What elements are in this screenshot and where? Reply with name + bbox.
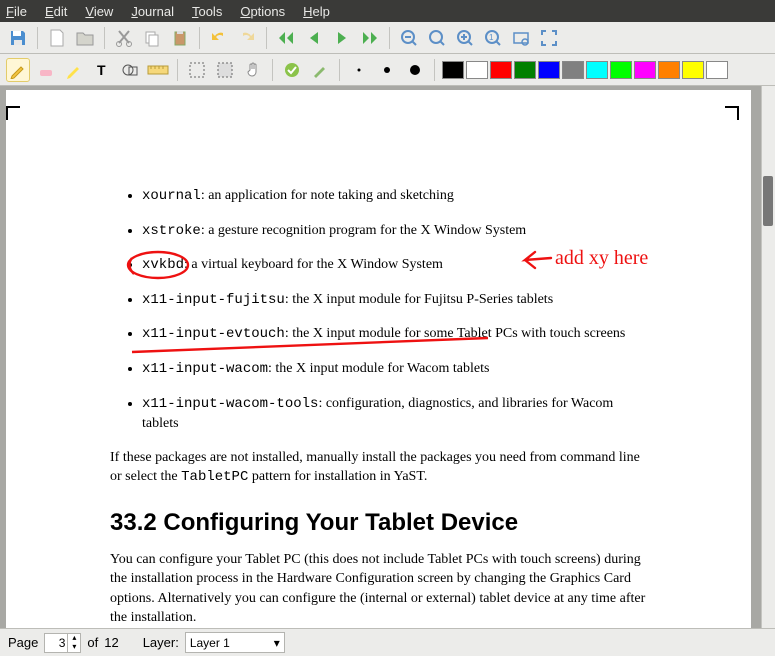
color-swatch[interactable] (466, 61, 488, 79)
color-swatch[interactable] (634, 61, 656, 79)
thick-stroke-button[interactable] (403, 58, 427, 82)
zoom-out-button[interactable] (397, 26, 421, 50)
color-swatch[interactable] (706, 61, 728, 79)
list-item: x11-input-evtouch: the X input module fo… (142, 324, 650, 345)
menu-tools[interactable]: Tools (192, 4, 222, 19)
menu-options[interactable]: Options (240, 4, 285, 19)
color-swatch[interactable] (562, 61, 584, 79)
main-toolbar: 1 (0, 22, 775, 54)
menu-edit[interactable]: Edit (45, 4, 67, 19)
highlighter-tool[interactable] (62, 58, 86, 82)
color-swatch[interactable] (538, 61, 560, 79)
page-content: xournal: an application for note taking … (110, 90, 650, 628)
vertical-scrollbar[interactable] (761, 86, 775, 628)
zoom-width-button[interactable] (509, 26, 533, 50)
svg-text:1: 1 (489, 33, 494, 42)
copy-button[interactable] (140, 26, 164, 50)
list-item: x11-input-fujitsu: the X input module fo… (142, 290, 650, 311)
status-bar: Page ▴▾ of 12 Layer: Layer 1▾ (0, 628, 775, 656)
page-spinner[interactable]: ▴▾ (44, 633, 81, 653)
last-page-button[interactable] (358, 26, 382, 50)
pen-tool[interactable] (6, 58, 30, 82)
svg-text:T: T (97, 62, 106, 78)
document-area: xournal: an application for note taking … (0, 86, 775, 628)
text-tool[interactable]: T (90, 58, 114, 82)
hand-tool[interactable] (241, 58, 265, 82)
thin-stroke-button[interactable] (347, 58, 371, 82)
next-page-button[interactable] (330, 26, 354, 50)
list-item: x11-input-wacom: the X input module for … (142, 359, 650, 380)
list-item: xvkbd: a virtual keyboard for the X Wind… (142, 255, 650, 276)
first-page-button[interactable] (274, 26, 298, 50)
layer-label: Layer: (143, 635, 179, 650)
pen-options-button[interactable] (308, 58, 332, 82)
zoom-fit-button[interactable] (425, 26, 449, 50)
scrollbar-thumb[interactable] (763, 176, 773, 226)
ruler-tool[interactable] (146, 58, 170, 82)
select-rect-tool[interactable] (185, 58, 209, 82)
layer-combo[interactable]: Layer 1▾ (185, 632, 285, 653)
save-button[interactable] (6, 26, 30, 50)
color-swatch[interactable] (682, 61, 704, 79)
menu-file[interactable]: File (6, 4, 27, 19)
page-number-input[interactable] (45, 636, 67, 650)
menu-journal[interactable]: Journal (131, 4, 174, 19)
page-total: 12 (104, 635, 118, 650)
zoom-in-button[interactable] (453, 26, 477, 50)
menu-view[interactable]: View (85, 4, 113, 19)
paste-button[interactable] (168, 26, 192, 50)
section-heading: 33.2 Configuring Your Tablet Device (110, 506, 650, 540)
color-swatch[interactable] (442, 61, 464, 79)
zoom-100-button[interactable]: 1 (481, 26, 505, 50)
fullscreen-button[interactable] (537, 26, 561, 50)
color-swatch[interactable] (610, 61, 632, 79)
open-button[interactable] (73, 26, 97, 50)
color-swatch[interactable] (586, 61, 608, 79)
page-label: Page (8, 635, 38, 650)
tool-palette: T (0, 54, 775, 86)
prev-page-button[interactable] (302, 26, 326, 50)
page-canvas[interactable]: xournal: an application for note taking … (6, 90, 751, 628)
list-item: xournal: an application for note taking … (142, 186, 650, 207)
list-item: xstroke: a gesture recognition program f… (142, 221, 650, 242)
medium-stroke-button[interactable] (375, 58, 399, 82)
page-down-button[interactable]: ▾ (68, 643, 80, 652)
menu-help[interactable]: Help (303, 4, 330, 19)
paragraph: If these packages are not installed, man… (110, 448, 650, 488)
color-swatch[interactable] (490, 61, 512, 79)
color-swatch[interactable] (658, 61, 680, 79)
menu-bar: File Edit View Journal Tools Options Hel… (0, 0, 775, 22)
of-label: of (87, 635, 98, 650)
redo-button[interactable] (235, 26, 259, 50)
cut-button[interactable] (112, 26, 136, 50)
undo-button[interactable] (207, 26, 231, 50)
shape-recognize-button[interactable] (280, 58, 304, 82)
list-item: x11-input-wacom-tools: configuration, di… (142, 394, 650, 434)
eraser-tool[interactable] (34, 58, 58, 82)
new-button[interactable] (45, 26, 69, 50)
select-region-tool[interactable] (213, 58, 237, 82)
shape-tool[interactable] (118, 58, 142, 82)
paragraph: You can configure your Tablet PC (this d… (110, 550, 650, 628)
color-swatch[interactable] (514, 61, 536, 79)
